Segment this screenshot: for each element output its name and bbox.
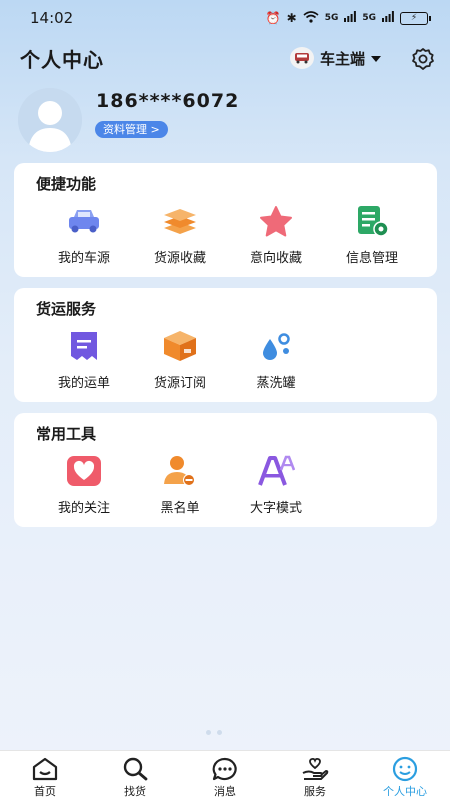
profile-icon	[391, 756, 419, 782]
nav-profile[interactable]: 个人中心	[360, 751, 450, 800]
user-block-icon	[160, 451, 200, 491]
bluetooth-icon: ✱	[286, 11, 297, 25]
page-indicator	[206, 730, 222, 735]
bottom-navigation: 首页 找货 消息 服务 个人中心	[0, 750, 450, 800]
nav-services[interactable]: 服务	[270, 751, 360, 800]
status-time: 14:02	[30, 9, 74, 27]
settings-gear-icon[interactable]	[410, 46, 436, 72]
truck-icon	[64, 201, 104, 241]
nav-label: 找货	[124, 785, 146, 798]
page-dot	[217, 730, 222, 735]
item-label: 我的运单	[57, 376, 110, 391]
document-gear-icon	[352, 201, 392, 241]
status-bar: 14:02 ⏰ ✱ 5G 5G ⚡	[0, 0, 450, 36]
tank-wash-item[interactable]: 蒸洗罐	[228, 326, 324, 391]
wifi-icon	[303, 10, 319, 26]
nav-label: 消息	[214, 785, 236, 798]
battery-icon: ⚡	[400, 11, 431, 25]
signal-bars-icon	[344, 11, 357, 25]
cargo-subscription-item[interactable]: 货源订阅	[132, 326, 228, 391]
search-icon	[121, 756, 149, 782]
signal-label-2: 5G	[362, 13, 376, 23]
box-icon	[160, 326, 200, 366]
page-dot	[206, 730, 211, 735]
heart-icon	[64, 451, 104, 491]
page-title: 个人中心	[20, 48, 104, 72]
large-font-mode-item[interactable]: 大字模式	[228, 451, 324, 516]
waybill-icon	[64, 326, 104, 366]
font-size-icon	[256, 451, 296, 491]
item-label: 信息管理	[345, 251, 398, 266]
nav-find-cargo[interactable]: 找货	[90, 751, 180, 800]
item-label: 我的关注	[57, 501, 110, 516]
status-icons: ⏰ ✱ 5G 5G ⚡	[265, 10, 431, 26]
star-icon	[256, 201, 296, 241]
role-label: 车主端	[320, 49, 366, 68]
freight-services-card: 货运服务 我的运单 货源订阅 蒸洗罐	[14, 288, 437, 402]
item-label: 黑名单	[160, 501, 200, 516]
common-tools-card: 常用工具 我的关注 黑名单 大字模式	[14, 413, 437, 527]
user-phone: 186****6072	[96, 90, 240, 112]
profile-manage-button[interactable]: 资料管理 >	[95, 121, 168, 138]
info-management-item[interactable]: 信息管理	[324, 201, 420, 266]
nav-label: 首页	[34, 785, 56, 798]
nav-messages[interactable]: 消息	[180, 751, 270, 800]
signal-label-1: 5G	[324, 13, 339, 23]
blacklist-item[interactable]: 黑名单	[132, 451, 228, 516]
item-label: 我的车源	[57, 251, 110, 266]
service-icon	[301, 756, 329, 782]
nav-label: 个人中心	[383, 785, 427, 798]
nav-home[interactable]: 首页	[0, 751, 90, 800]
stack-icon	[160, 201, 200, 241]
message-icon	[211, 756, 239, 782]
my-follows-item[interactable]: 我的关注	[36, 451, 132, 516]
quick-functions-card: 便捷功能 我的车源 货源收藏 意向收藏 信息管理	[14, 163, 437, 277]
page-header: 个人中心 车主端	[0, 38, 450, 78]
item-label: 蒸洗罐	[256, 376, 296, 391]
caret-down-icon	[371, 49, 382, 67]
item-label: 意向收藏	[249, 251, 302, 266]
nav-label: 服务	[304, 785, 326, 798]
item-label: 大字模式	[249, 501, 302, 516]
avatar[interactable]	[18, 88, 82, 152]
cargo-favorites-item[interactable]: 货源收藏	[132, 201, 228, 266]
section-title: 常用工具	[36, 425, 97, 443]
truck-badge-icon	[290, 47, 314, 69]
water-drops-icon	[256, 326, 296, 366]
my-waybills-item[interactable]: 我的运单	[36, 326, 132, 391]
role-switcher[interactable]: 车主端	[290, 47, 382, 69]
item-label: 货源订阅	[153, 376, 206, 391]
home-icon	[31, 756, 59, 782]
alarm-icon: ⏰	[265, 11, 281, 25]
intent-favorites-item[interactable]: 意向收藏	[228, 201, 324, 266]
my-vehicles-item[interactable]: 我的车源	[36, 201, 132, 266]
item-label: 货源收藏	[153, 251, 206, 266]
section-title: 货运服务	[36, 300, 97, 318]
signal-bars-icon	[382, 11, 394, 25]
section-title: 便捷功能	[36, 175, 97, 193]
